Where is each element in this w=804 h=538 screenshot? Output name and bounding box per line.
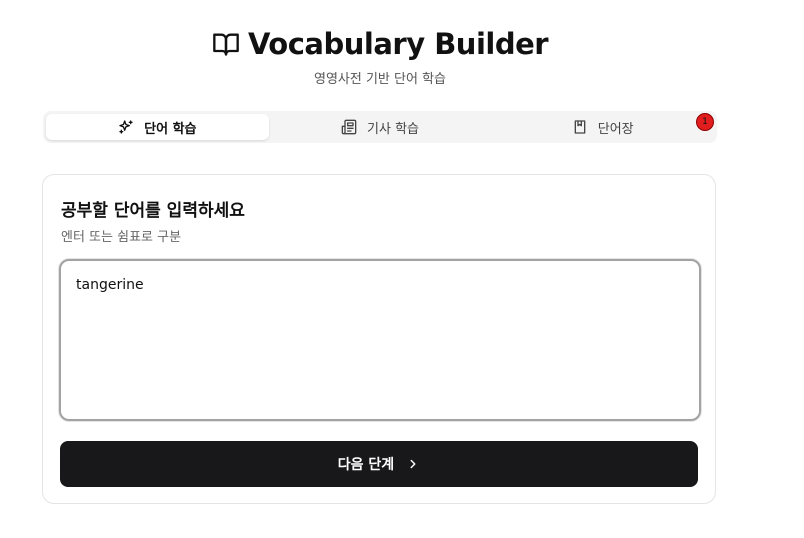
chevron-right-icon — [406, 457, 420, 471]
tab-label: 단어장 — [597, 121, 634, 137]
word-input-card: 공부할 단어를 입력하세요 엔터 또는 쉼표로 구분 tangerine 다음 … — [42, 174, 716, 504]
tab-label: 기사 학습 — [367, 121, 419, 137]
tab-word-study[interactable]: 단어 학습 — [46, 114, 269, 140]
app-subtitle: 영영사전 기반 단어 학습 — [314, 72, 446, 87]
app-title: Vocabulary Builder — [247, 27, 549, 61]
card-title: 공부할 단어를 입력하세요 — [61, 201, 245, 221]
tab-label: 단어 학습 — [144, 121, 197, 137]
next-step-label: 다음 단계 — [337, 457, 395, 473]
newspaper-icon — [341, 119, 357, 135]
book-open-icon — [212, 30, 240, 58]
title-row: Vocabulary Builder — [0, 27, 760, 61]
next-step-button[interactable]: 다음 단계 — [60, 441, 698, 487]
tab-bar: 단어 학습 기사 학습 단어장 — [43, 111, 717, 143]
card-description: 엔터 또는 쉼표로 구분 — [61, 230, 182, 245]
word-input[interactable]: tangerine — [59, 259, 701, 421]
tab-article-study[interactable]: 기사 학습 — [269, 114, 492, 140]
wordbook-count-badge: 1 — [696, 113, 714, 131]
tab-wordbook[interactable]: 단어장 — [491, 114, 714, 140]
bookmark-book-icon — [572, 119, 588, 135]
sparkles-icon — [118, 119, 134, 135]
